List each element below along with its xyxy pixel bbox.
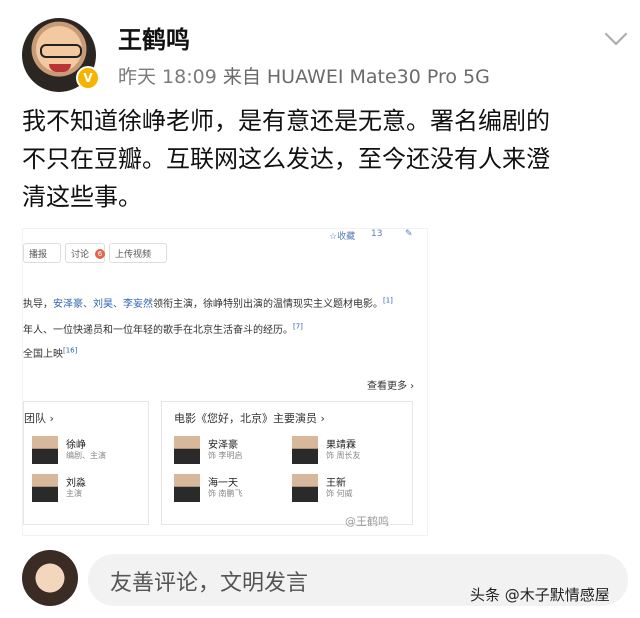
discussion-badge: 6 — [95, 249, 105, 259]
person-role: 主演 — [66, 489, 82, 498]
cast-links: 安泽豪、刘昊、李妄然 — [53, 299, 153, 310]
intro-line: 执导，安泽豪、刘昊、李妄然领衔主演，徐峥特别出演的温情现实主义题材电影。[1] — [23, 295, 393, 310]
edit-icon: ✎ — [405, 229, 413, 239]
person-card: 王新 饰 何威 — [292, 474, 422, 504]
post-meta: 昨天 18:09 来自 HUAWEI Mate30 Pro 5G — [118, 62, 490, 89]
cast-panel-title: 电影《您好，北京》主要演员 › — [174, 412, 325, 425]
person-card: 海一天 饰 南鹏飞 — [174, 474, 304, 504]
intro-line: 全国上映[16] — [23, 345, 77, 360]
intro-line: 年人、一位快递员和一位年轻的歌手在北京生活奋斗的经历。[7] — [23, 321, 303, 336]
post-text-line: 不只在豆瓣。互联网这么发达，至今还没有人来澄 — [22, 145, 550, 173]
person-card: 徐峥 编剧、主演 — [32, 436, 162, 466]
post-header: V 王鹤鸣 昨天 18:09 来自 HUAWEI Mate30 Pro 5G — [0, 0, 640, 100]
view-more-link: 查看更多 › — [367, 381, 415, 392]
intro-text: 全国上映 — [23, 349, 63, 360]
reference-mark: [16] — [63, 346, 78, 355]
screenshot-actions: ☆收藏 13 ✎ — [23, 229, 427, 242]
author-name[interactable]: 王鹤鸣 — [118, 20, 190, 55]
footer-watermark: 头条 @木子默情感屋 — [470, 586, 610, 604]
person-photo — [174, 474, 200, 502]
post-source: 来自 HUAWEI Mate30 Pro 5G — [222, 66, 490, 88]
like-count: 13 — [371, 229, 383, 239]
person-role: 饰 何威 — [326, 489, 353, 498]
intro-text: 年人、一位快递员和一位年轻的歌手在北京生活奋斗的经历。 — [23, 325, 293, 336]
post-text-line: 我不知道徐峥老师，是有意还是无意。署名编剧的 — [22, 107, 550, 135]
commenter-avatar — [22, 550, 78, 606]
comment-area: 友善评论，文明发言 头条 @木子默情感屋 — [0, 544, 640, 618]
intro-text: 执导， — [23, 299, 53, 310]
reference-mark: [7] — [293, 322, 303, 331]
person-photo — [174, 436, 200, 464]
person-name: 海一天 — [208, 478, 238, 489]
person-role: 饰 李明启 — [208, 451, 243, 460]
person-photo — [32, 474, 58, 502]
person-name: 徐峥 — [66, 440, 86, 451]
cast-panel: 电影《您好，北京》主要演员 › 安泽豪 饰 李明启 果靖霖 饰 周长友 海一天 … — [161, 401, 413, 525]
mouth-shape — [49, 64, 71, 72]
person-photo — [292, 436, 318, 464]
person-photo — [32, 436, 58, 464]
person-role: 饰 南鹏飞 — [208, 489, 243, 498]
embedded-screenshot[interactable]: ☆收藏 13 ✎ 播报 讨论 6 上传视频 执导，安泽豪、刘昊、李妄然领衔主演，… — [22, 228, 428, 536]
post-text-line: 清这些事。 — [22, 183, 142, 211]
person-role: 编剧、主演 — [66, 451, 106, 460]
person-name: 安泽豪 — [208, 440, 238, 451]
glasses-shape — [40, 44, 82, 58]
tab-upload-video: 上传视频 — [109, 243, 167, 263]
person-photo — [292, 474, 318, 502]
screenshot-watermark: @王鹤鸣 — [345, 515, 389, 528]
intro-text: 领衔主演，徐峥特别出演的温情现实主义题材电影。 — [153, 299, 383, 310]
post-text: 我不知道徐峥老师，是有意还是无意。署名编剧的 不只在豆瓣。互联网这么发达，至今还… — [22, 102, 622, 216]
person-card: 安泽豪 饰 李明启 — [174, 436, 304, 466]
person-name: 王新 — [326, 478, 346, 489]
team-panel: 团队 › 徐峥 编剧、主演 刘淼 主演 — [23, 401, 149, 525]
person-name: 果靖霖 — [326, 440, 356, 451]
person-card: 刘淼 主演 — [32, 474, 162, 504]
tab-broadcast: 播报 — [23, 243, 61, 263]
reference-mark: [1] — [383, 296, 393, 305]
person-name: 刘淼 — [66, 478, 86, 489]
person-card: 果靖霖 饰 周长友 — [292, 436, 422, 466]
verified-icon: V — [76, 66, 100, 90]
person-role: 饰 周长友 — [326, 451, 361, 460]
favorite-action: ☆收藏 — [329, 232, 356, 242]
post-time: 昨天 18:09 — [118, 66, 217, 88]
comment-placeholder: 友善评论，文明发言 — [110, 571, 309, 596]
team-panel-title: 团队 › — [24, 412, 54, 425]
chevron-down-icon[interactable] — [604, 22, 628, 46]
